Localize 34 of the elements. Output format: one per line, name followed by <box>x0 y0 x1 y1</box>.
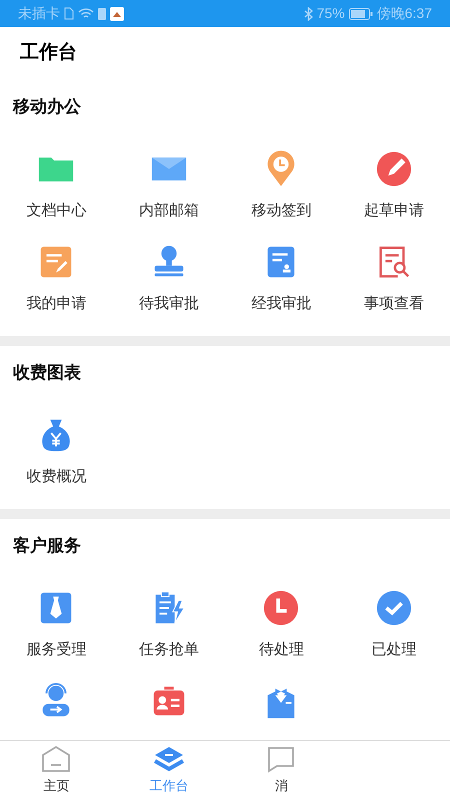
layers-icon <box>152 745 185 774</box>
feature-label[interactable]: 我的申请 <box>26 294 86 314</box>
bluetooth-icon <box>304 6 313 20</box>
feature-label[interactable]: 经我审批 <box>251 294 312 314</box>
pencil-circle-icon <box>374 150 413 188</box>
feature-label[interactable]: 收费概况 <box>26 467 86 487</box>
home-icon <box>41 745 72 774</box>
nav-tab[interactable]: 消 <box>225 741 338 800</box>
feature-label[interactable]: 事项查看 <box>364 294 424 314</box>
app-notification-icon <box>110 6 124 20</box>
feature-label[interactable]: 待处理 <box>258 640 304 660</box>
carrier-text: 未插卡 <box>18 4 60 23</box>
feature-label[interactable]: 服务受理 <box>26 640 86 660</box>
feature-label[interactable]: 已处理 <box>371 640 416 660</box>
feature-label[interactable]: 文档中心 <box>26 201 86 221</box>
sim-icon <box>64 7 74 20</box>
feature-label[interactable]: 起草申请 <box>364 201 424 221</box>
battery-alert-icon <box>98 7 106 20</box>
feature-label[interactable]: 待我审批 <box>138 294 199 314</box>
feature-label[interactable]: 移动签到 <box>251 201 312 221</box>
clock-icon <box>262 589 300 627</box>
section-title: 收费图表 <box>13 362 81 384</box>
wifi-icon <box>78 7 94 20</box>
battery-percent: 75% <box>316 4 345 23</box>
message-icon <box>267 745 296 774</box>
clock-time: 傍晚6:37 <box>376 4 432 23</box>
battery-icon <box>348 8 373 20</box>
check-circle-icon <box>374 589 413 627</box>
page-title: 工作台 <box>20 40 77 66</box>
feature-label[interactable]: 任务抢单 <box>138 640 199 660</box>
section-title: 移动办公 <box>13 96 81 118</box>
section-title: 客户服务 <box>13 535 81 558</box>
feature-label[interactable]: 内部邮箱 <box>138 201 199 221</box>
nav-tab[interactable]: 主页 <box>0 741 112 800</box>
